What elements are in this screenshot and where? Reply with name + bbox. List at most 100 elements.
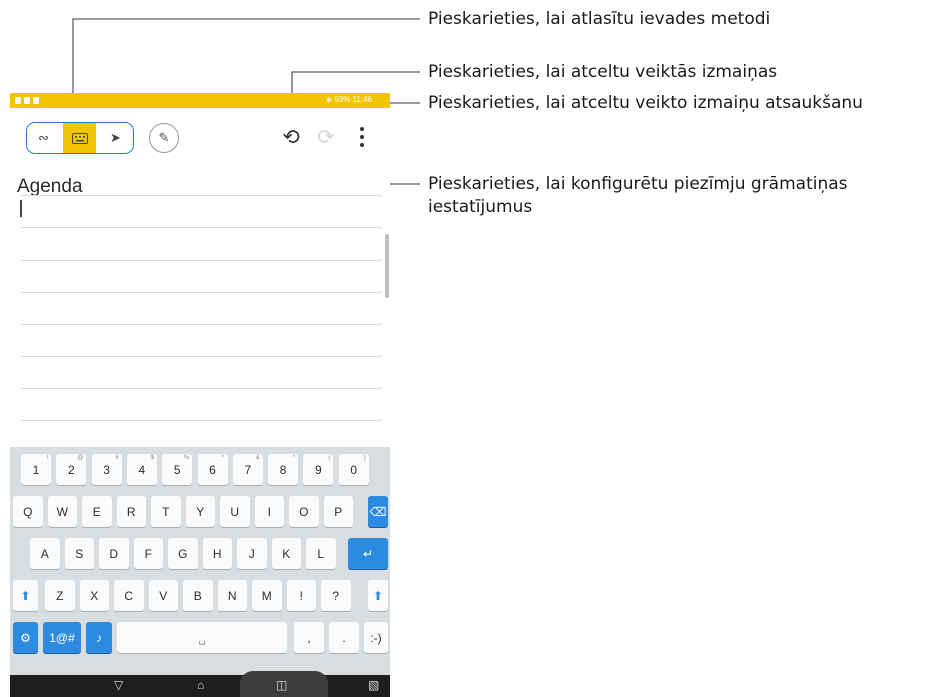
key[interactable]: O: [289, 496, 319, 527]
key-label: J: [248, 546, 255, 561]
shift-icon: ⬆: [372, 588, 384, 603]
key[interactable]: T: [151, 496, 181, 527]
key[interactable]: P: [323, 496, 353, 527]
key-alt-label: %: [183, 455, 190, 461]
key[interactable]: 7 &: [232, 454, 263, 485]
key[interactable]: 0): [338, 454, 369, 485]
drawing-mode-button[interactable]: ➤: [99, 123, 132, 153]
key[interactable]: A: [30, 538, 60, 569]
key[interactable]: U: [220, 496, 250, 527]
undo-button[interactable]: ⟲: [279, 125, 303, 149]
key-label: M: [261, 588, 272, 603]
key-label: B: [193, 588, 202, 603]
callout-redo: Pieskarieties, lai atceltu veikto izmaiņ…: [428, 93, 863, 113]
key[interactable]: H: [202, 538, 232, 569]
key-alt-label: (: [328, 455, 331, 461]
voice-input-key[interactable]: ♪: [86, 622, 112, 653]
key[interactable]: S: [64, 538, 94, 569]
key[interactable]: Z: [45, 580, 75, 611]
ruled-line: [20, 260, 382, 261]
smiley-key[interactable]: :-): [364, 622, 388, 653]
key[interactable]: 6 ^: [197, 454, 228, 485]
key[interactable]: F: [133, 538, 163, 569]
key-alt-label: ^: [221, 455, 225, 461]
key[interactable]: 3 #: [91, 454, 122, 485]
key-label: A: [40, 546, 49, 561]
navigation-bar: ▽ ⌂ ◫ ▧: [10, 671, 390, 697]
handwriting-mode-button[interactable]: ∾: [27, 123, 60, 153]
key-label: P: [334, 504, 343, 519]
home-button[interactable]: ⌂: [197, 678, 204, 692]
more-options-button[interactable]: [355, 124, 369, 150]
key-label: I: [267, 504, 271, 519]
ruled-line: [20, 324, 382, 325]
callout-input-method: Pieskarieties, lai atlasītu ievades meto…: [428, 9, 771, 29]
key[interactable]: W: [47, 496, 77, 527]
callout-settings-line1: Pieskarieties, lai konfigurētu piezīmju …: [428, 174, 848, 194]
ruled-line: [20, 292, 382, 293]
ruled-line: [20, 420, 382, 421]
space-key[interactable]: ␣: [117, 622, 287, 653]
key[interactable]: B: [183, 580, 213, 611]
key[interactable]: X: [79, 580, 109, 611]
key[interactable]: G: [168, 538, 198, 569]
key[interactable]: I: [254, 496, 284, 527]
key[interactable]: M: [252, 580, 282, 611]
enter-key[interactable]: ↵: [348, 538, 388, 569]
ruled-line: [20, 356, 382, 357]
key[interactable]: !: [286, 580, 316, 611]
key[interactable]: V: [148, 580, 178, 611]
enter-icon: ↵: [362, 546, 374, 561]
key[interactable]: 8 *: [268, 454, 299, 485]
key-label: Y: [196, 504, 205, 519]
scrollbar[interactable]: [385, 234, 389, 298]
period-key[interactable]: .: [329, 622, 359, 653]
keyboard-hide-button[interactable]: ▧: [368, 678, 379, 692]
backspace-key[interactable]: ⌫: [368, 496, 388, 527]
key-alt-label: *: [292, 455, 296, 461]
key-alt-label: $: [150, 455, 154, 461]
redo-icon: ⟳: [317, 125, 335, 149]
key[interactable]: 1!: [21, 454, 51, 485]
brush-icon: ➤: [110, 130, 121, 145]
key-label: N: [227, 588, 237, 603]
wifi-icon: ◈: [325, 95, 333, 104]
pen-style-button[interactable]: ✎: [149, 123, 179, 153]
note-editor[interactable]: Agenda: [10, 156, 390, 447]
key[interactable]: C: [114, 580, 144, 611]
back-button[interactable]: ▽: [114, 678, 123, 692]
key-label: F: [144, 546, 152, 561]
shift-key-right[interactable]: ⬆: [368, 580, 388, 611]
key[interactable]: N: [217, 580, 247, 611]
key[interactable]: 9(: [303, 454, 334, 485]
key-label: 9: [315, 462, 322, 477]
redo-button[interactable]: ⟳: [314, 125, 338, 149]
gear-icon: ⚙: [20, 630, 31, 645]
callout-undo: Pieskarieties, lai atceltu veiktās izmai…: [428, 62, 778, 82]
key[interactable]: L: [306, 538, 336, 569]
microphone-icon: ♪: [96, 630, 102, 645]
recent-apps-button[interactable]: ◫: [276, 678, 287, 692]
key[interactable]: J: [237, 538, 267, 569]
key[interactable]: K: [271, 538, 301, 569]
key-label: E: [92, 504, 101, 519]
key[interactable]: D: [99, 538, 129, 569]
shift-key-left[interactable]: ⬆: [13, 580, 38, 611]
key[interactable]: E: [82, 496, 112, 527]
keyboard-settings-key[interactable]: ⚙: [13, 622, 38, 653]
keyboard-mode-button[interactable]: [63, 123, 96, 153]
key-label: Q: [23, 504, 33, 519]
ruled-line: [20, 227, 382, 228]
key[interactable]: 4 $: [126, 454, 157, 485]
key-label: K: [282, 546, 291, 561]
key[interactable]: Y: [185, 496, 215, 527]
key[interactable]: ?: [321, 580, 351, 611]
key[interactable]: Q: [13, 496, 43, 527]
key[interactable]: R: [116, 496, 146, 527]
comma-key[interactable]: ,: [294, 622, 324, 653]
key[interactable]: 2 @: [56, 454, 87, 485]
key-label: 5: [173, 462, 181, 477]
symbols-key[interactable]: 1@#: [43, 622, 81, 653]
key-label: !: [299, 588, 303, 603]
key[interactable]: 5%: [162, 454, 193, 485]
